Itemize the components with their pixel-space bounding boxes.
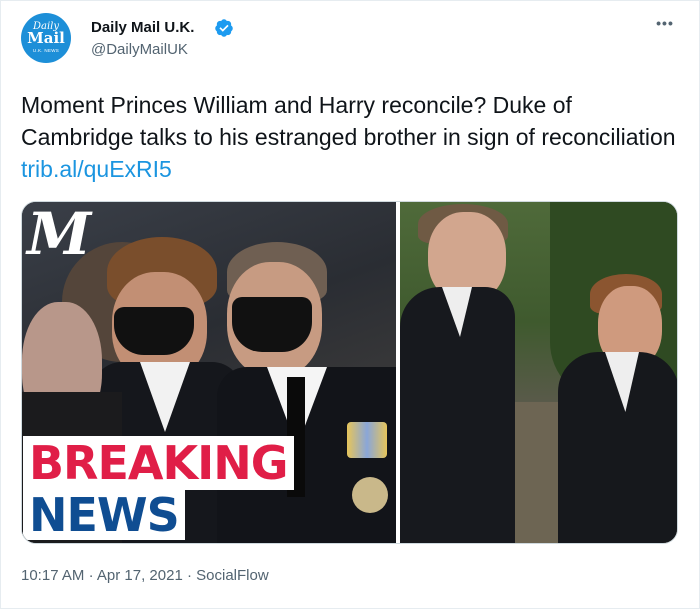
verified-badge-icon — [215, 19, 233, 37]
photo-right[interactable] — [400, 202, 677, 543]
tweet-meta: 10:17 AM · Apr 17, 2021 · SocialFlow — [21, 567, 269, 585]
daily-mail-logo: M — [27, 202, 92, 268]
meta-separator: · — [88, 567, 94, 584]
handle[interactable]: @DailyMailUK — [91, 41, 188, 59]
tweet-text: Moment Princes William and Harry reconci… — [21, 89, 681, 185]
breaking-banner: BREAKING — [23, 436, 294, 490]
badge-emblem — [352, 477, 388, 513]
avatar[interactable]: Daily Mail U.K. NEWS — [21, 13, 71, 63]
breaking-text: BREAKING — [29, 436, 289, 490]
tweet-media[interactable]: M BREAKING NEWS — [21, 201, 678, 544]
medals — [347, 422, 387, 458]
tweet-body: Moment Princes William and Harry reconci… — [21, 92, 676, 150]
news-banner: NEWS — [23, 490, 185, 540]
face-mask — [232, 297, 312, 352]
tweet-link[interactable]: trib.al/quExRI5 — [21, 156, 172, 182]
tweet-time[interactable]: 10:17 AM — [21, 567, 84, 584]
tweet-source[interactable]: SocialFlow — [196, 567, 269, 584]
display-name[interactable]: Daily Mail U.K. — [91, 19, 194, 37]
tweet-card: Daily Mail U.K. NEWS Daily Mail U.K. @Da… — [0, 0, 700, 609]
face-mask — [114, 307, 194, 355]
avatar-text-mail: Mail — [27, 29, 65, 47]
more-options-icon[interactable]: ••• — [653, 15, 677, 35]
avatar-text-uknews: U.K. NEWS — [32, 48, 60, 53]
tweet-date[interactable]: Apr 17, 2021 — [97, 567, 183, 584]
news-text: NEWS — [29, 488, 180, 542]
meta-separator: · — [186, 567, 192, 584]
photo-left[interactable]: M BREAKING NEWS — [22, 202, 396, 543]
